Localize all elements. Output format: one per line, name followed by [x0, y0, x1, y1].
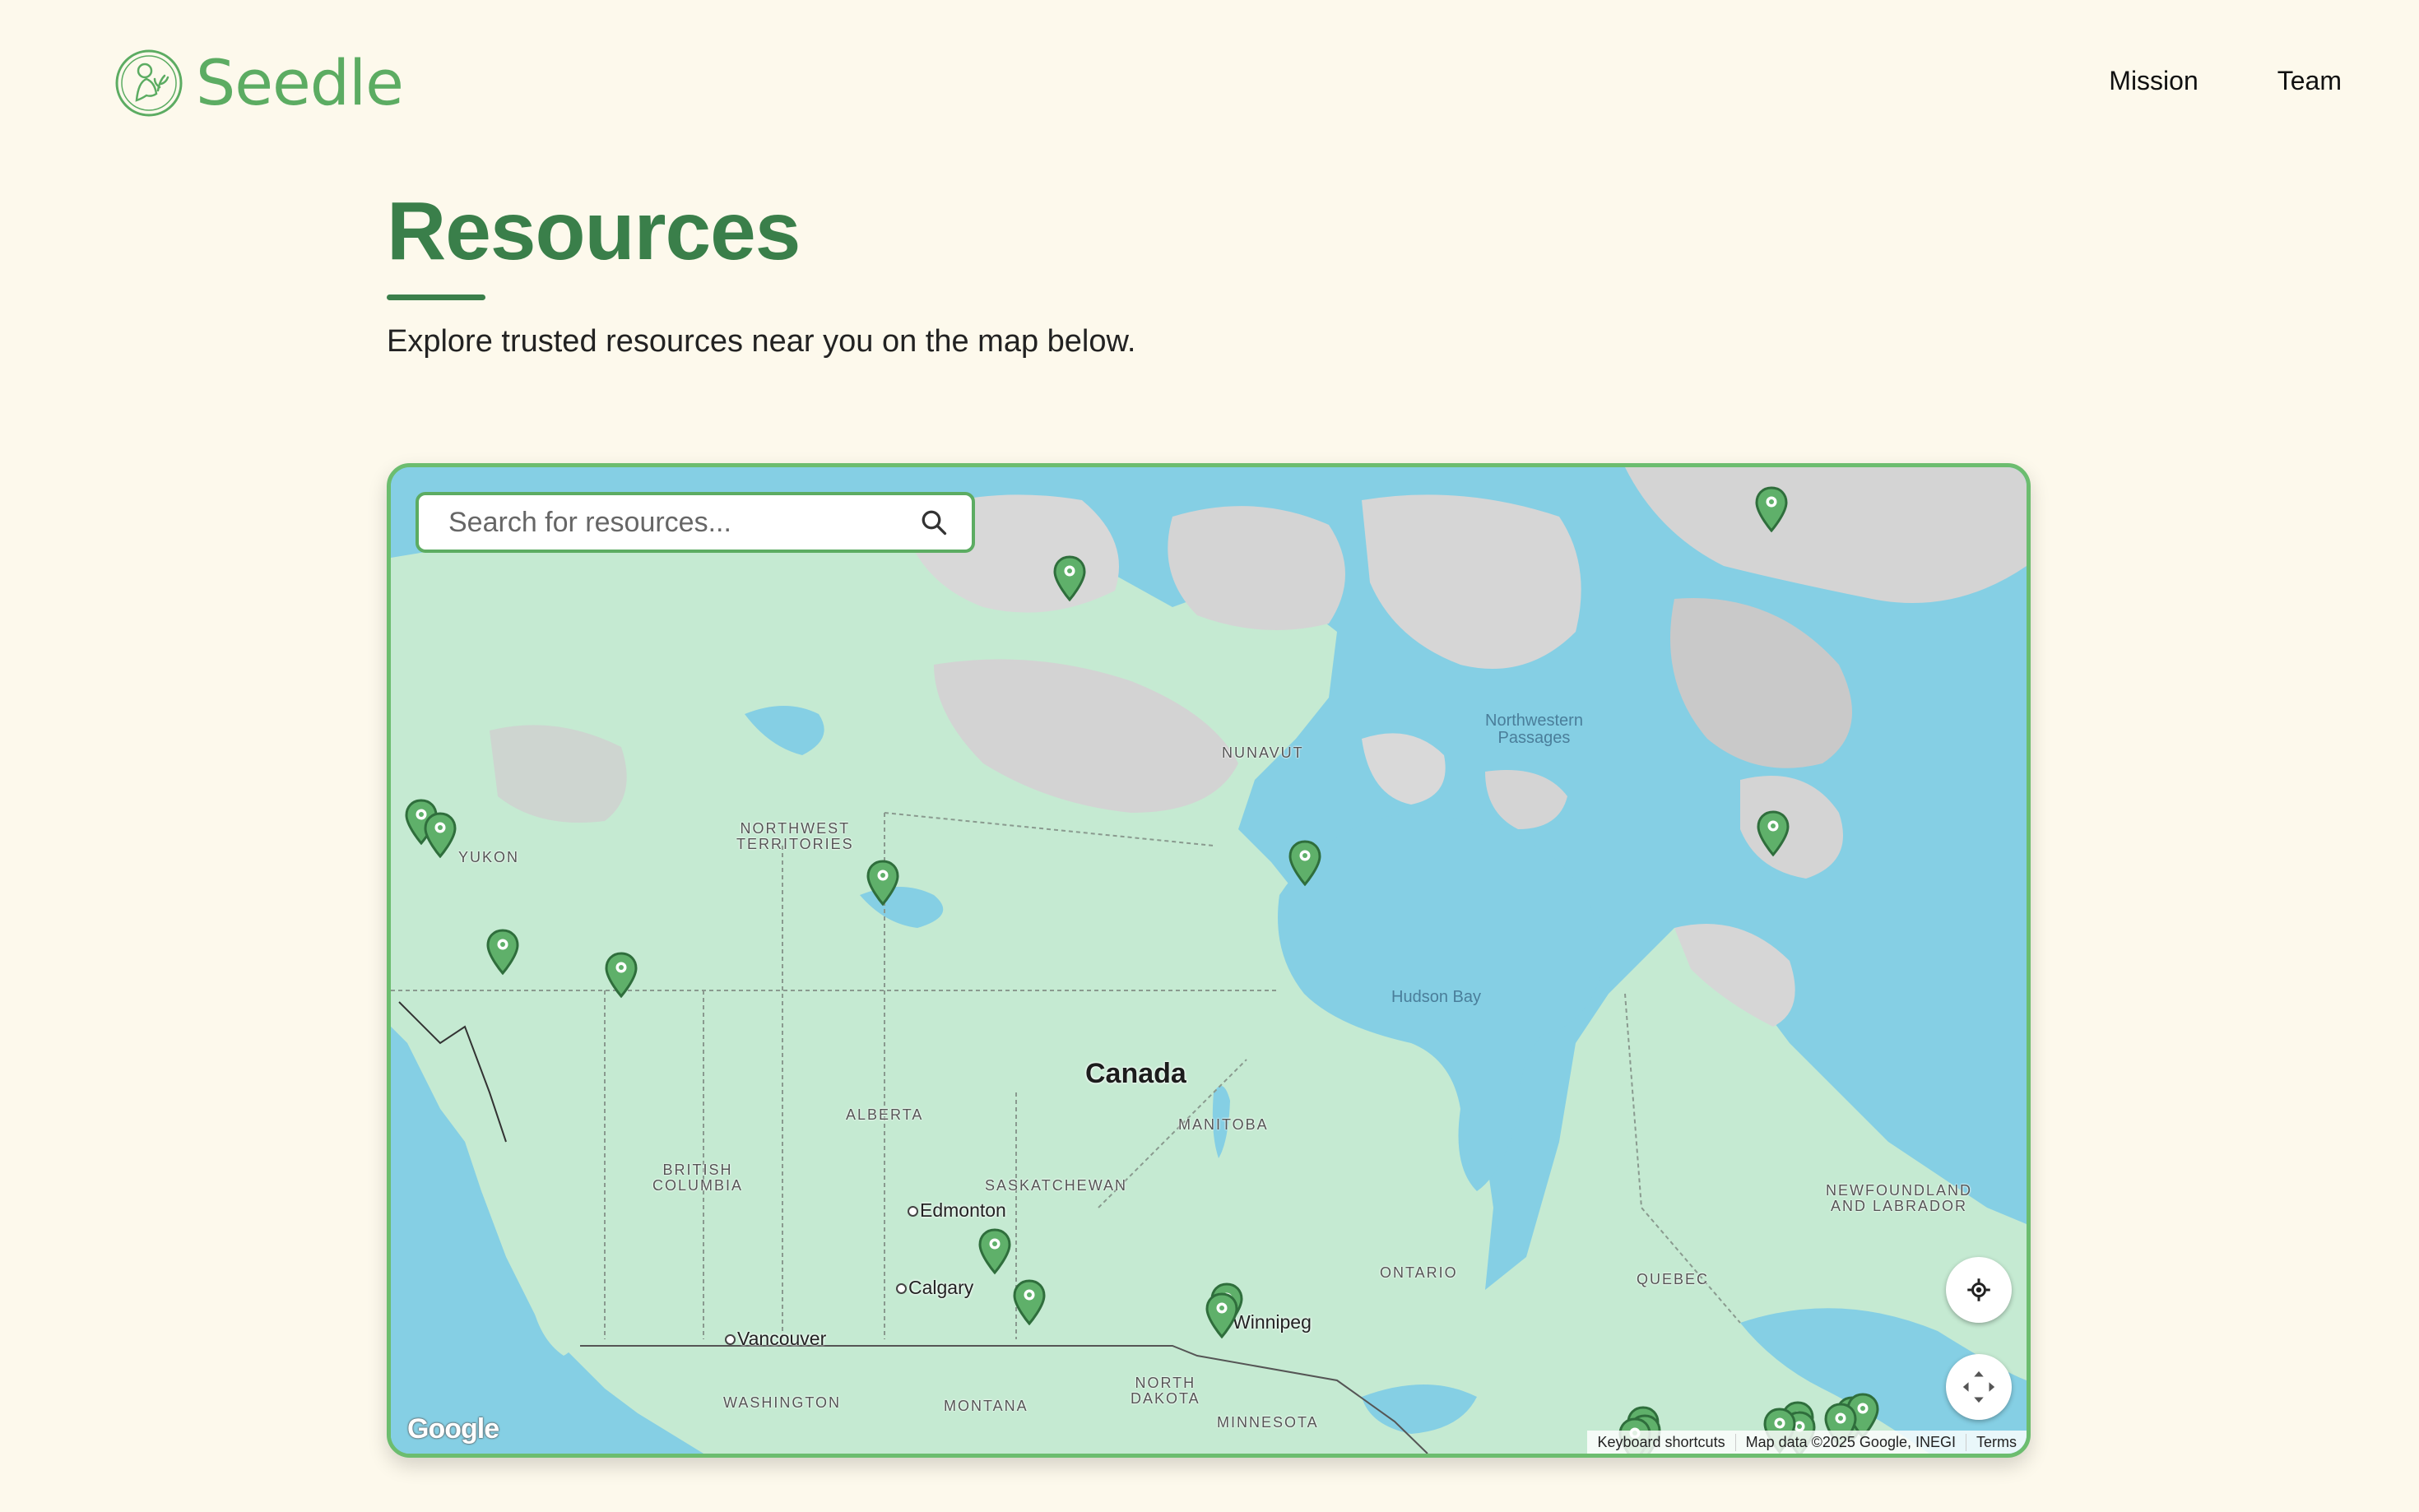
city-vancouver: Vancouver [725, 1328, 826, 1350]
my-location-button[interactable] [1946, 1257, 2012, 1323]
label-nwt: NORTHWEST TERRITORIES [736, 820, 854, 852]
label-nunavut: NUNAVUT [1222, 744, 1304, 761]
map-marker-pin-icon[interactable] [422, 811, 458, 859]
label-minnesota: MINNESOTA [1217, 1414, 1319, 1431]
google-logo: Google [407, 1413, 499, 1445]
label-montana: MONTANA [944, 1398, 1028, 1414]
seedling-mother-icon [115, 49, 183, 117]
search-input[interactable] [447, 505, 919, 540]
map-marker-pin-icon[interactable] [485, 928, 521, 976]
nav-team-link[interactable]: Team [2277, 66, 2342, 96]
brand-logo[interactable]: Seedle [114, 46, 404, 119]
keyboard-shortcuts-link[interactable]: Keyboard shortcuts [1587, 1434, 1734, 1451]
top-nav: Mission Team [2109, 66, 2342, 96]
page-subtitle: Explore trusted resources near you on th… [387, 324, 1136, 359]
brand-name: Seedle [196, 46, 404, 119]
label-bc: BRITISH COLUMBIA [652, 1162, 744, 1194]
map-attribution: Keyboard shortcuts Map data ©2025 Google… [1587, 1431, 2027, 1454]
map-marker-pin-icon[interactable] [1052, 554, 1088, 602]
city-edmonton: Edmonton [908, 1199, 1006, 1222]
title-underline [387, 295, 485, 300]
search-icon[interactable] [919, 508, 949, 537]
map-marker-pin-icon[interactable] [1287, 839, 1323, 887]
map-marker-pin-icon[interactable] [603, 951, 639, 999]
resource-map[interactable]: Canada NUNAVUT NORTHWEST TERRITORIES YUK… [387, 463, 2031, 1458]
label-canada: Canada [1085, 1058, 1186, 1089]
city-calgary: Calgary [896, 1277, 973, 1299]
label-north-dakota: NORTH DAKOTA [1131, 1375, 1200, 1407]
label-yukon: YUKON [458, 849, 520, 865]
map-marker-pin-icon[interactable] [1753, 485, 1790, 533]
label-alberta: ALBERTA [846, 1106, 924, 1123]
map-marker-pin-icon[interactable] [865, 859, 901, 907]
map-data-attribution: Map data ©2025 Google, INEGI [1734, 1433, 1966, 1451]
fullscreen-button[interactable] [1946, 1354, 2012, 1420]
label-hudson-bay: Hudson Bay [1391, 988, 1481, 1006]
my-location-icon [1967, 1278, 1990, 1301]
label-washington: WASHINGTON [723, 1394, 842, 1411]
label-quebec: QUEBEC [1637, 1271, 1710, 1287]
fullscreen-icon [1962, 1371, 1995, 1403]
map-search-box[interactable] [416, 492, 975, 553]
label-ontario: ONTARIO [1380, 1264, 1458, 1281]
terms-link[interactable]: Terms [1966, 1433, 2027, 1451]
map-marker-pin-icon[interactable] [1011, 1278, 1047, 1326]
nav-mission-link[interactable]: Mission [2109, 66, 2198, 96]
map-marker-pin-icon[interactable] [1755, 809, 1791, 857]
map-marker-pin-icon[interactable] [977, 1227, 1013, 1275]
map-marker-pin-icon[interactable] [1204, 1292, 1240, 1339]
label-manitoba: MANITOBA [1178, 1116, 1269, 1133]
label-saskatchewan: SASKATCHEWAN [985, 1177, 1128, 1194]
page-title: Resources [387, 185, 801, 277]
label-newfoundland: NEWFOUNDLAND AND LABRADOR [1826, 1182, 1973, 1214]
label-northwestern-passages: Northwestern Passages [1485, 712, 1583, 747]
